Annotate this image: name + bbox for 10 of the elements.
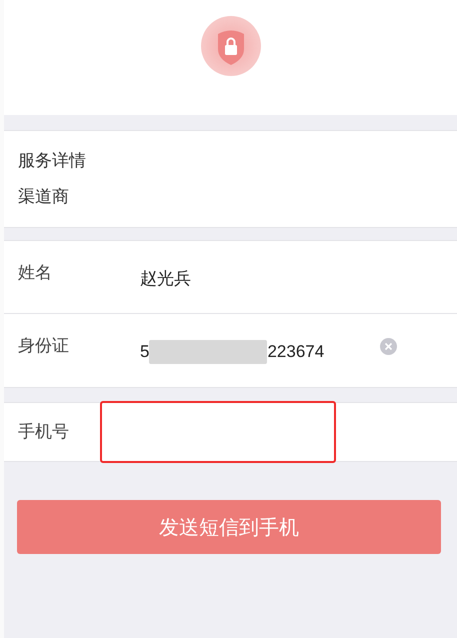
section-subtitle: 渠道商 — [18, 186, 69, 209]
field-label: 身份证 — [18, 335, 70, 358]
field-label: 姓名 — [18, 262, 53, 285]
shield-lock-icon — [200, 15, 262, 77]
field-value[interactable]: 5 — [140, 340, 150, 364]
field-label: 手机号 — [18, 421, 70, 444]
field-value[interactable]: 赵光兵 — [140, 267, 191, 291]
section-title: 服务详情 — [18, 150, 86, 173]
phone-input-field[interactable] — [100, 401, 336, 463]
field-value[interactable]: 223674 — [267, 340, 324, 364]
